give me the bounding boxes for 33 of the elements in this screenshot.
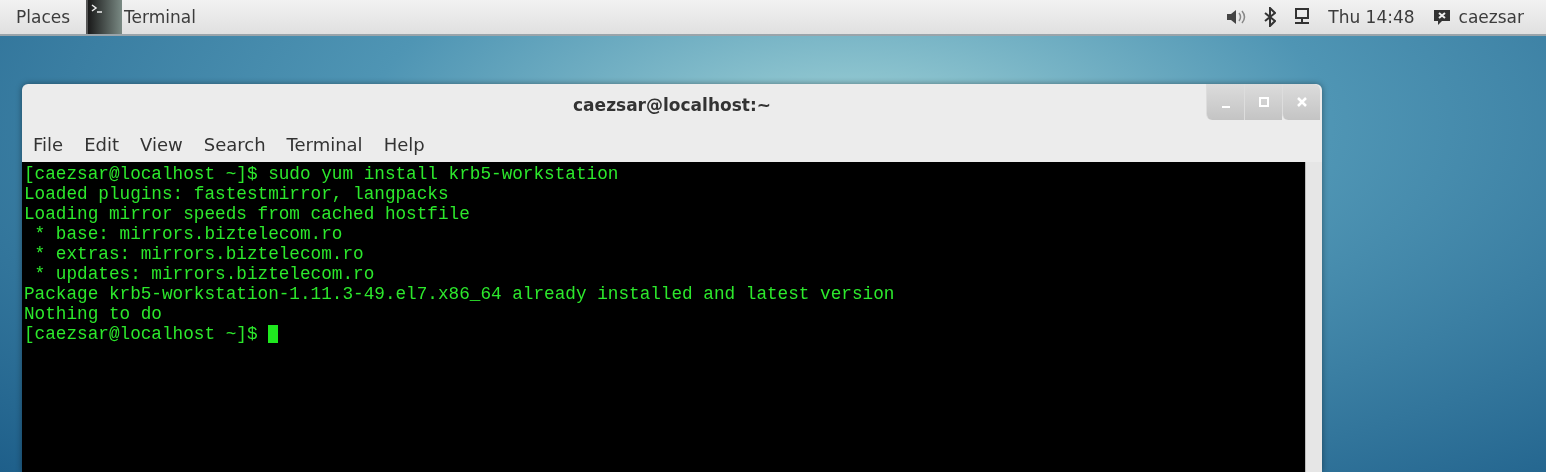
terminal-line: * extras: mirrors.biztelecom.ro xyxy=(33,244,364,264)
close-button[interactable] xyxy=(1282,84,1320,120)
terminal-line: * updates: mirrors.biztelecom.ro xyxy=(33,264,375,284)
minimize-button[interactable] xyxy=(1206,84,1244,120)
terminal-line: Loaded plugins: fastestmirror, langpacks xyxy=(24,184,449,204)
terminal-line: Loading mirror speeds from cached hostfile xyxy=(24,204,470,224)
network-icon xyxy=(1294,8,1311,26)
close-icon xyxy=(1296,97,1307,107)
terminal-line: * base: mirrors.biztelecom.ro xyxy=(33,224,343,244)
user-menu[interactable]: caezsar xyxy=(1458,7,1524,27)
maximize-button[interactable] xyxy=(1244,84,1282,120)
menu-item[interactable]: Search xyxy=(203,133,277,155)
menu-item[interactable]: Edit xyxy=(84,133,130,155)
minimize-icon xyxy=(1221,106,1230,108)
text-cursor xyxy=(268,325,279,343)
menu-item[interactable]: Help xyxy=(383,133,436,155)
maximize-icon xyxy=(1258,97,1269,107)
terminal-line: Package krb5-workstation-1.11.3-49.el7.x86_64 already installed and latest version xyxy=(24,284,895,304)
terminal-icon xyxy=(88,0,123,34)
app-menu[interactable]: Terminal xyxy=(86,0,202,34)
scrollbar[interactable] xyxy=(1305,162,1322,472)
menu-item[interactable]: View xyxy=(140,133,194,155)
chat-icon xyxy=(1432,8,1451,26)
speaker-icon xyxy=(1226,9,1247,25)
menu-item[interactable]: Terminal xyxy=(286,133,374,155)
terminal-line: Nothing to do xyxy=(24,304,162,324)
menu-item[interactable]: File xyxy=(33,133,75,155)
terminal-line: [caezsar@localhost ~]$ xyxy=(24,324,259,344)
terminal-line: [caezsar@localhost ~]$ sudo yum install krb5-workstation xyxy=(24,164,619,184)
window-title: caezsar@localhost:~ xyxy=(573,95,771,115)
places-menu[interactable]: Places xyxy=(16,7,71,27)
clock[interactable]: Thu 14:48 xyxy=(1328,7,1415,27)
bluetooth-icon xyxy=(1264,7,1277,27)
